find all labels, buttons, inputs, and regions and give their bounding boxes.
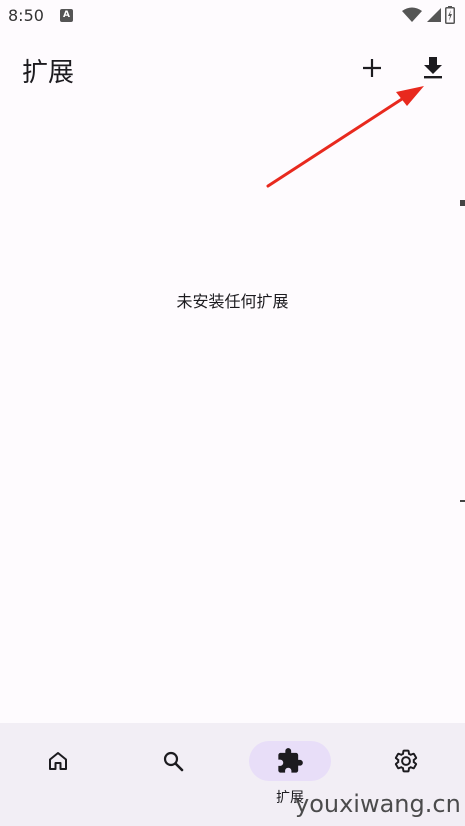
a-letter-icon: A [60, 9, 73, 22]
download-icon [424, 57, 442, 79]
nav-indicator [132, 741, 214, 781]
edge-mark [460, 200, 465, 206]
annotation-arrow [266, 86, 424, 188]
status-time: 8:50 [8, 6, 44, 25]
signal-icon [427, 8, 441, 22]
status-bar: 8:50 A [0, 0, 465, 34]
download-extension-button[interactable] [413, 48, 453, 88]
nav-active-indicator [249, 741, 331, 781]
extensions-screen: 8:50 A 扩展 未安装任何扩展 扩展 youxiwang.cn [0, 0, 465, 826]
nav-item-home[interactable] [17, 723, 99, 826]
watermark: youxiwang.cn [295, 790, 461, 818]
add-icon [363, 59, 381, 77]
extension-icon [278, 748, 303, 773]
wifi-icon [402, 7, 422, 22]
status-icons [402, 5, 455, 25]
home-icon [49, 752, 67, 770]
top-app-bar: 扩展 [0, 34, 465, 102]
search-icon [163, 751, 184, 772]
page-title: 扩展 [22, 58, 75, 88]
add-extension-button[interactable] [352, 48, 392, 88]
edge-mark [460, 500, 465, 502]
settings-icon [394, 749, 418, 773]
battery-charging-icon [445, 6, 455, 24]
empty-state-message: 未安装任何扩展 [176, 292, 289, 311]
nav-indicator [17, 741, 99, 781]
nav-item-search[interactable] [132, 723, 214, 826]
nav-indicator [365, 741, 447, 781]
